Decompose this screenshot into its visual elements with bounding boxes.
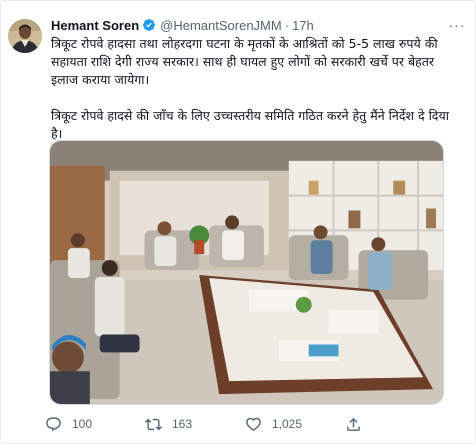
retweet-icon xyxy=(145,418,162,430)
author-name[interactable]: Hemant Soren xyxy=(51,18,139,33)
verified-badge-icon xyxy=(142,18,156,32)
avatar-image xyxy=(8,19,42,53)
like-button[interactable]: 1,025 xyxy=(245,416,345,433)
share-button[interactable] xyxy=(345,416,372,433)
tweet-photo[interactable] xyxy=(49,140,444,405)
tweet-paragraph: त्रिकूट रोपवे हादसे की जाँच के लिए उच्चस… xyxy=(51,108,449,141)
reply-count: 100 xyxy=(72,417,93,431)
header-separator: · xyxy=(284,17,290,33)
like-count: 1,025 xyxy=(272,417,303,431)
retweet-button[interactable]: 163 xyxy=(145,416,245,433)
more-icon[interactable]: ··· xyxy=(447,15,467,35)
tweet-paragraph: त्रिकूट रोपवे हादसा तथा लोहरदगा घटना के … xyxy=(51,36,438,87)
avatar[interactable] xyxy=(8,19,42,53)
tweet-card: Hemant Soren @HemantSorenJMM · 17h ··· त… xyxy=(0,0,476,444)
reply-icon xyxy=(46,416,61,431)
retweet-count: 163 xyxy=(172,417,193,431)
heart-icon xyxy=(246,417,261,431)
tweet-actions: 100 163 1,025 xyxy=(45,411,445,437)
tweet-timestamp[interactable]: 17h xyxy=(292,18,314,33)
reply-button[interactable]: 100 xyxy=(45,416,145,433)
author-handle[interactable]: @HemantSorenJMM xyxy=(160,18,282,33)
tweet-header: Hemant Soren @HemantSorenJMM · 17h xyxy=(51,15,445,35)
share-icon xyxy=(347,417,360,431)
